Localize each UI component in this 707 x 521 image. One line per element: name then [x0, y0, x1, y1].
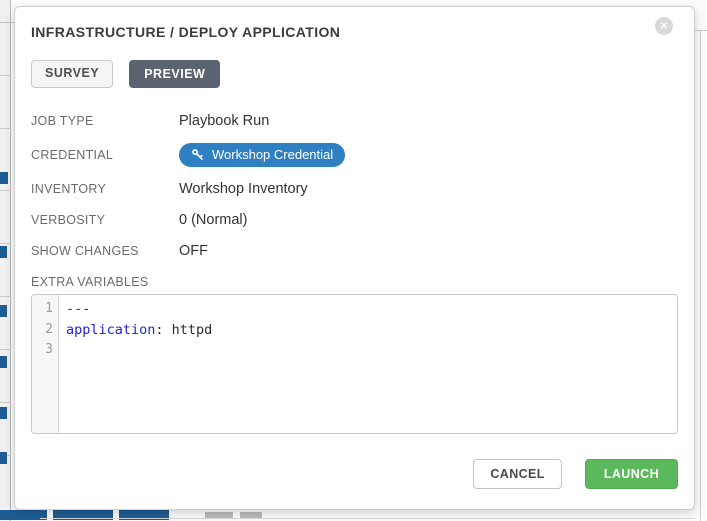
code-line: application: httpd — [66, 320, 677, 341]
field-value: Playbook Run — [179, 113, 269, 129]
backdrop-row-divider — [0, 75, 11, 76]
backdrop-link-fragment — [0, 172, 8, 184]
credential-chip[interactable]: Workshop Credential — [179, 143, 345, 167]
line-number: 1 — [32, 299, 53, 320]
field-label: VERBOSITY — [31, 213, 179, 227]
backdrop-row-divider — [0, 402, 11, 403]
field-value: 0 (Normal) — [179, 212, 247, 228]
line-number: 2 — [32, 320, 53, 341]
backdrop-link-fragment — [0, 305, 7, 317]
credential-chip-label: Workshop Credential — [212, 147, 333, 162]
field-label: SHOW CHANGES — [31, 244, 179, 258]
editor-line-number-gutter: 1 2 3 — [32, 295, 59, 433]
backdrop-row-divider — [695, 30, 707, 31]
modal-title: INFRASTRUCTURE / DEPLOY APPLICATION — [31, 22, 678, 40]
field-row-verbosity: VERBOSITY 0 (Normal) — [31, 204, 678, 235]
backdrop-row-divider — [40, 518, 695, 519]
field-label: CREDENTIAL — [31, 148, 179, 162]
yaml-key: application — [66, 322, 155, 338]
tab-survey[interactable]: SURVEY — [31, 60, 113, 88]
field-row-show-changes: SHOW CHANGES OFF — [31, 235, 678, 266]
field-value: OFF — [179, 243, 208, 259]
field-label: JOB TYPE — [31, 114, 179, 128]
backdrop-row-divider — [0, 22, 14, 23]
backdrop-row-divider — [0, 296, 11, 297]
backdrop-row-divider — [0, 190, 11, 191]
editor-code-area[interactable]: --- application: httpd — [59, 295, 677, 433]
yaml-document-marker: --- — [66, 301, 90, 317]
field-row-inventory: INVENTORY Workshop Inventory — [31, 173, 678, 204]
backdrop-link-fragment — [0, 356, 7, 368]
yaml-value: : httpd — [155, 322, 212, 338]
launch-button[interactable]: LAUNCH — [585, 459, 678, 489]
close-icon[interactable] — [655, 17, 673, 35]
backdrop-link-fragment — [0, 452, 7, 464]
cancel-button[interactable]: CANCEL — [473, 459, 561, 489]
field-row-job-type: JOB TYPE Playbook Run — [31, 105, 678, 136]
deploy-application-modal: INFRASTRUCTURE / DEPLOY APPLICATION SURV… — [14, 6, 695, 510]
field-label: INVENTORY — [31, 182, 179, 196]
field-row-credential: CREDENTIAL Workshop Credential — [31, 136, 678, 173]
backdrop-left-table-edge — [0, 0, 11, 521]
backdrop-right-edge — [700, 30, 701, 521]
backdrop-row-divider — [0, 128, 11, 129]
backdrop-row-divider — [0, 349, 11, 350]
key-icon — [191, 148, 204, 161]
extra-variables-label: EXTRA VARIABLES — [31, 275, 678, 289]
field-value: Workshop Inventory — [179, 181, 308, 197]
modal-footer: CANCEL LAUNCH — [31, 459, 678, 489]
tab-preview[interactable]: PREVIEW — [129, 60, 220, 88]
code-line: --- — [66, 299, 677, 320]
modal-tabs: SURVEY PREVIEW — [31, 60, 678, 88]
backdrop-link-fragment — [0, 246, 7, 258]
line-number: 3 — [32, 340, 53, 361]
backdrop-row-divider — [0, 243, 11, 244]
extra-variables-editor[interactable]: 1 2 3 --- application: httpd — [31, 294, 678, 434]
field-list: JOB TYPE Playbook Run CREDENTIAL Worksho… — [31, 105, 678, 266]
backdrop-link-fragment — [0, 407, 7, 419]
